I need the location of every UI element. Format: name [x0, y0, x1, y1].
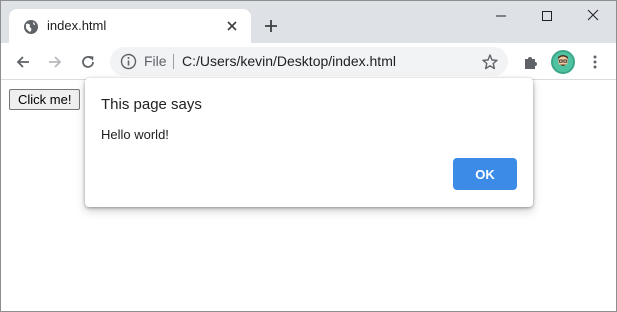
tab-index-html[interactable]: index.html: [9, 9, 251, 43]
globe-icon: [23, 19, 39, 35]
plus-icon[interactable]: [259, 14, 283, 38]
browser-window: index.html File C:/Users/kevin/Desktop/i…: [0, 0, 617, 312]
minimize-icon[interactable]: [478, 1, 524, 31]
dialog-title: This page says: [101, 96, 202, 113]
alert-dialog: This page says Hello world! OK: [85, 78, 533, 207]
reload-icon[interactable]: [76, 50, 100, 74]
click-me-button[interactable]: Click me!: [9, 89, 81, 110]
arrow-left-icon[interactable]: [11, 50, 35, 74]
address-separator: [173, 54, 174, 69]
tab-title: index.html: [47, 18, 107, 33]
info-icon[interactable]: [120, 53, 137, 70]
arrow-right-icon[interactable]: [43, 50, 67, 74]
star-icon[interactable]: [481, 53, 499, 71]
ok-button[interactable]: OK: [453, 158, 517, 190]
kebab-menu-icon[interactable]: [583, 50, 607, 74]
dialog-message: Hello world!: [101, 127, 169, 142]
puzzle-icon[interactable]: [519, 50, 543, 74]
url-text[interactable]: C:/Users/kevin/Desktop/index.html: [182, 53, 396, 69]
url-scheme-label: File: [144, 53, 167, 69]
maximize-icon[interactable]: [524, 1, 570, 31]
window-close-button[interactable]: [570, 0, 616, 30]
close-icon[interactable]: [224, 18, 240, 34]
avatar[interactable]: [551, 50, 575, 74]
address-bar[interactable]: File C:/Users/kevin/Desktop/index.html: [110, 47, 508, 76]
tab-strip: index.html: [1, 1, 616, 43]
browser-toolbar: File C:/Users/kevin/Desktop/index.html: [1, 43, 616, 80]
